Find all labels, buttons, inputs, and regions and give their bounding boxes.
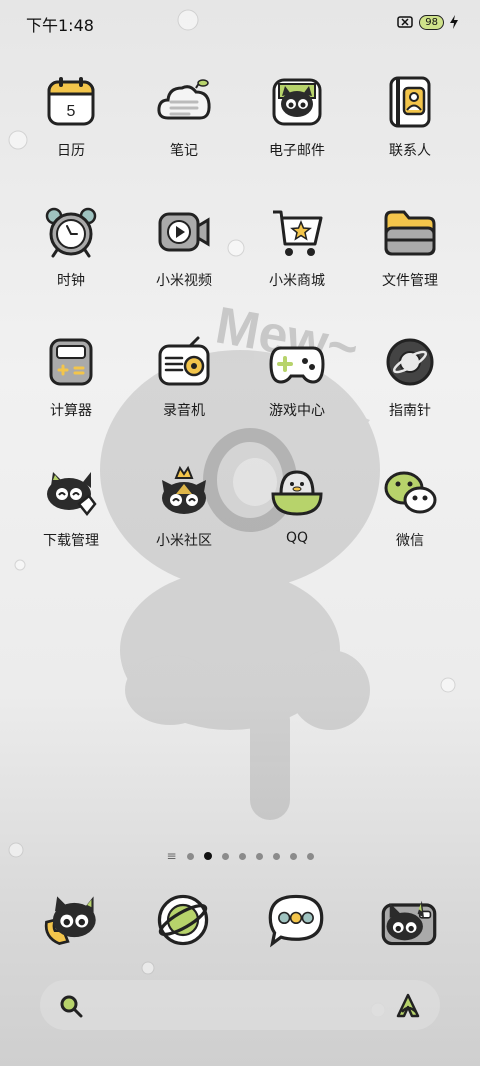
search-bar[interactable] (40, 980, 440, 1030)
app-label: 微信 (396, 533, 424, 549)
browser-planet-icon (157, 894, 209, 946)
app-file-manager[interactable]: 文件管理 (355, 190, 465, 290)
clock-time: 下午1:48 (26, 16, 94, 35)
gamepad-icon (269, 346, 325, 384)
app-mi-community[interactable]: 小米社区 (129, 450, 239, 550)
battery-level: 98 (419, 14, 444, 30)
app-label: 下载管理 (43, 533, 99, 549)
page-indicator[interactable]: ≡ (0, 850, 480, 862)
app-label: 电子邮件 (269, 143, 325, 159)
app-label: 笔记 (170, 143, 198, 159)
app-label: QQ (285, 530, 309, 546)
app-mi-store[interactable]: 小米商城 (242, 190, 352, 290)
alarm-clock-icon (45, 207, 97, 258)
notes-cloud-icon (157, 79, 211, 120)
app-wechat[interactable]: 微信 (355, 450, 465, 550)
app-game-center[interactable]: 游戏中心 (242, 320, 352, 420)
camera-cat-icon (381, 900, 437, 946)
app-calculator[interactable]: 计算器 (16, 320, 126, 420)
video-play-icon (158, 212, 210, 252)
folder-icon (384, 210, 436, 256)
page-dot[interactable] (306, 852, 314, 860)
app-label: 小米社区 (156, 533, 212, 549)
app-label: 小米商城 (269, 273, 325, 289)
wechat-icon (384, 471, 437, 514)
app-mi-video[interactable]: 小米视频 (129, 190, 239, 290)
app-label: 文件管理 (382, 273, 438, 289)
app-label: 联系人 (389, 143, 431, 159)
page-dot[interactable] (238, 852, 246, 860)
calendar-day: 5 (67, 103, 76, 120)
download-cat-icon (47, 472, 97, 517)
app-label: 小米视频 (156, 273, 212, 289)
app-label: 计算器 (50, 403, 92, 419)
community-cat-icon (162, 465, 206, 514)
app-label: 时钟 (57, 273, 85, 289)
app-downloads[interactable]: 下载管理 (16, 450, 126, 550)
dock-browser[interactable] (153, 890, 213, 950)
app-notes[interactable]: 笔记 (129, 60, 239, 160)
app-compass[interactable]: 指南针 (355, 320, 465, 420)
dock-messages[interactable] (266, 890, 326, 950)
dock (0, 890, 480, 950)
page-list-icon[interactable]: ≡ (166, 850, 176, 862)
assistant-a-icon[interactable] (394, 992, 422, 1020)
app-label: 指南针 (389, 403, 431, 419)
dock-camera[interactable] (379, 890, 439, 950)
radio-recorder-icon (158, 336, 210, 386)
page-dot[interactable] (272, 852, 280, 860)
calendar-icon: 5 (47, 77, 95, 126)
page-dot[interactable] (289, 852, 297, 860)
app-label: 录音机 (163, 403, 205, 419)
app-qq[interactable]: QQ (242, 450, 352, 546)
messages-bubble-icon (268, 894, 324, 948)
search-icon[interactable] (58, 993, 84, 1019)
contacts-icon (389, 76, 431, 128)
app-contacts[interactable]: 联系人 (355, 60, 465, 160)
email-cat-icon (272, 78, 322, 126)
qq-penguin-icon (271, 470, 323, 516)
app-label: 日历 (57, 143, 85, 159)
page-dot[interactable] (255, 852, 263, 860)
shopping-cart-icon (273, 210, 323, 256)
calculator-icon (49, 338, 93, 386)
page-dot[interactable] (186, 852, 194, 860)
charging-icon (450, 15, 458, 29)
phone-cat-icon (44, 896, 96, 945)
status-bar: 下午1:48 98 (0, 0, 480, 44)
app-recorder[interactable]: 录音机 (129, 320, 239, 420)
app-email[interactable]: 电子邮件 (242, 60, 352, 160)
dock-phone[interactable] (40, 890, 100, 950)
compass-planet-icon (386, 338, 434, 386)
sim-no-signal-icon (397, 16, 414, 28)
page-dot-active[interactable] (203, 852, 212, 860)
app-calendar[interactable]: 5 日历 (16, 60, 126, 160)
app-label: 游戏中心 (269, 403, 325, 419)
app-clock[interactable]: 时钟 (16, 190, 126, 290)
page-dot[interactable] (221, 852, 229, 860)
